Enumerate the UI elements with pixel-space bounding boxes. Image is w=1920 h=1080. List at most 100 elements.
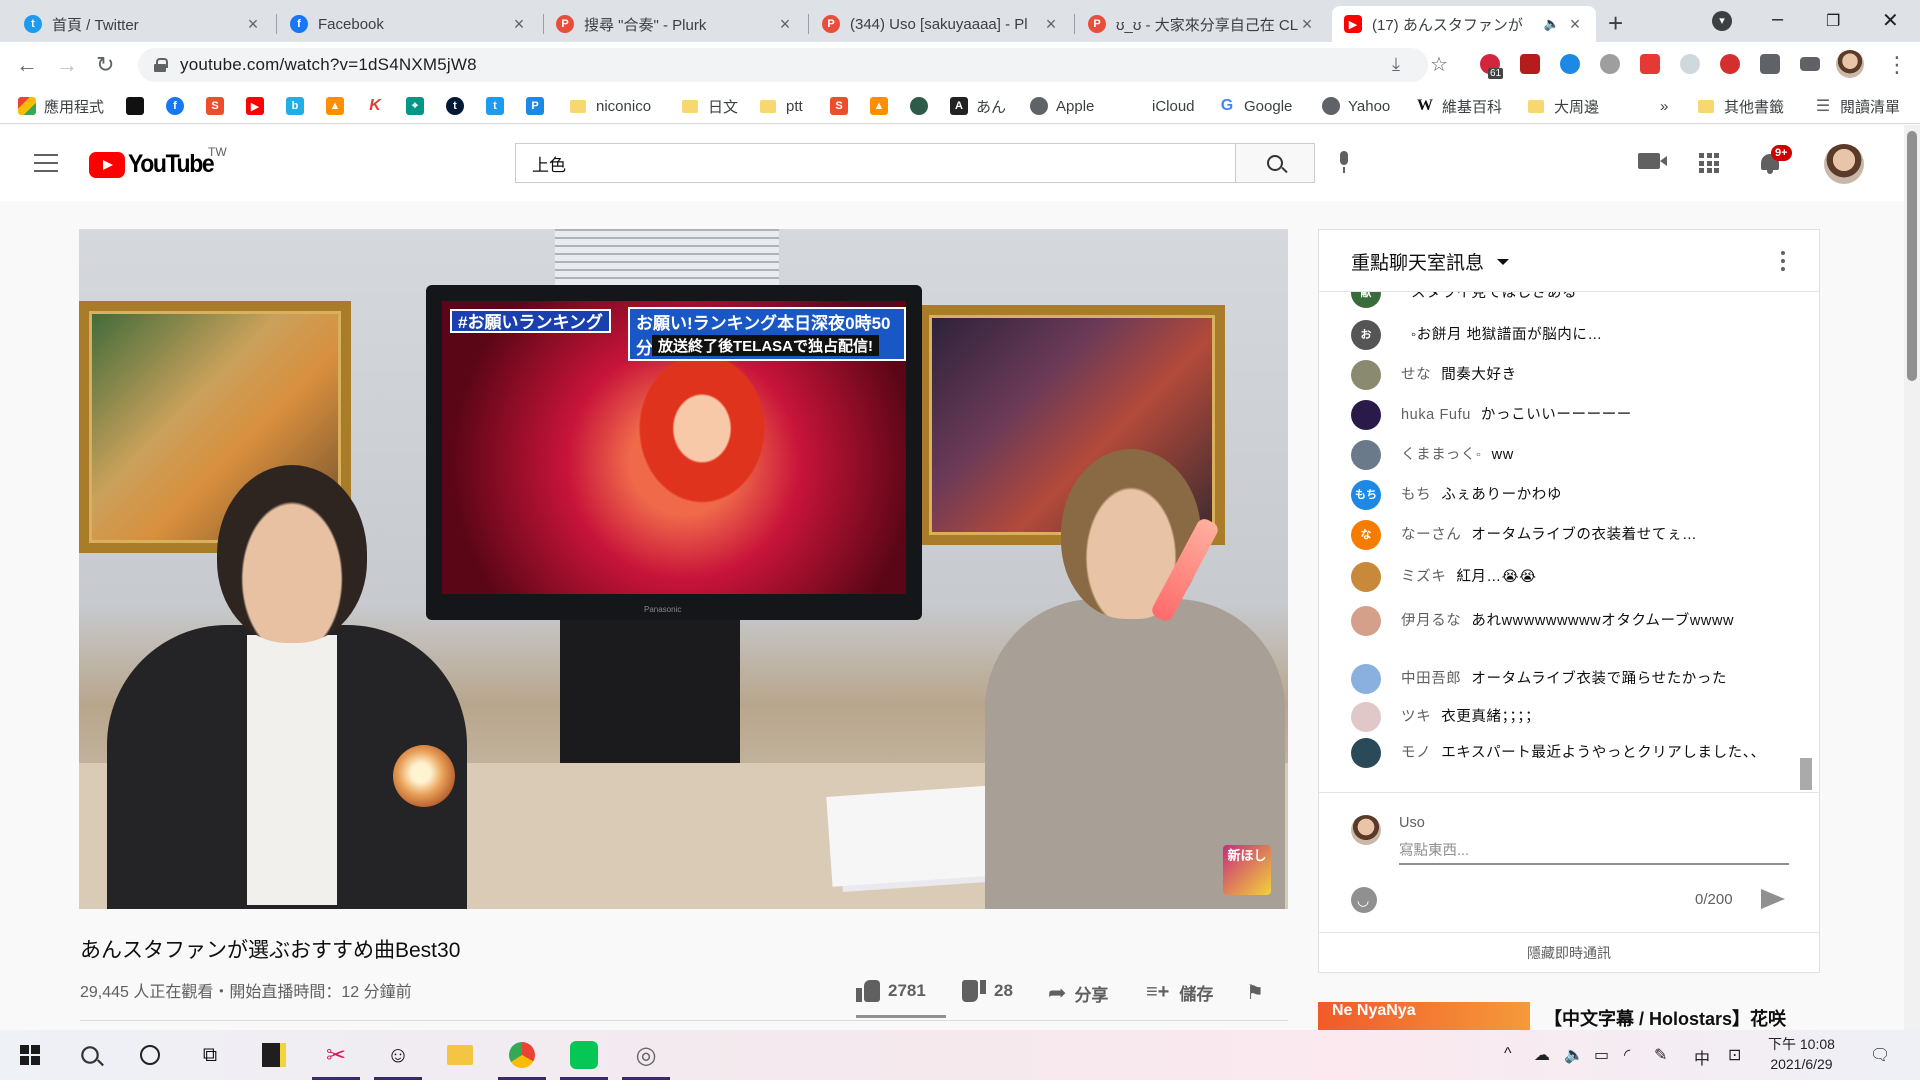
chat-author-avatar[interactable] (1351, 664, 1381, 694)
chat-author-avatar[interactable] (1351, 360, 1381, 390)
taskbar-search-button[interactable] (64, 1030, 116, 1080)
chat-message[interactable]: huka Fufu かっこいいーーーーー (1351, 400, 1781, 430)
windows-start-button[interactable] (4, 1030, 56, 1080)
create-video-icon[interactable] (1638, 153, 1667, 169)
taskbar-sticky-notes[interactable] (248, 1030, 300, 1080)
chat-author-name[interactable]: huka Fufu (1401, 407, 1471, 423)
taskbar-app-swirl[interactable]: ◎ (620, 1030, 672, 1080)
bookmark-folder-ptt[interactable]: ptt (760, 94, 803, 118)
bookmark-item[interactable]: b (286, 94, 312, 118)
bookmark-item[interactable]: K (366, 94, 392, 118)
minimize-button[interactable]: – (1772, 8, 1783, 31)
video-player[interactable]: #お願いランキング お願い!ランキング本日深夜0時50分~ 放送終了後TELAS… (79, 229, 1288, 909)
bookmark-item-an[interactable]: A あん (950, 94, 1006, 118)
taskbar-line[interactable] (558, 1030, 610, 1080)
chat-message[interactable]: ななーさん オータムライブの衣装着せてぇ… (1351, 520, 1781, 550)
chat-message[interactable]: せな 間奏大好き (1351, 360, 1781, 390)
close-icon[interactable]: × (1566, 14, 1584, 35)
tab-youtube-active[interactable]: ▶ (17) あんスタファンが 🔈 × (1332, 6, 1596, 42)
save-button[interactable]: ≡+ 儲存 (1146, 980, 1213, 1005)
chat-message[interactable]: モノ エキスパート最近ようやっとクリアしました、、 (1351, 738, 1781, 768)
install-app-icon[interactable]: ⤓ (1392, 54, 1400, 75)
window-close-button[interactable]: ✕ (1882, 8, 1899, 33)
tab-search-icon[interactable]: ▾ (1712, 11, 1732, 31)
like-button[interactable]: 2781 (856, 980, 926, 1002)
chat-author-avatar[interactable] (1351, 562, 1381, 592)
chat-author-name[interactable]: もち (1401, 487, 1431, 503)
chat-author-avatar[interactable]: な (1351, 520, 1381, 550)
chat-author-avatar[interactable]: お (1351, 320, 1381, 350)
address-bar[interactable]: youtube.com/watch?v=1dS4NXM5jW8 (138, 48, 1428, 82)
extension-icon[interactable] (1520, 54, 1540, 74)
tab-plurk-search[interactable]: P 搜尋 "合奏" - Plurk × (544, 6, 806, 42)
bookmark-icloud[interactable]: iCloud (1126, 94, 1195, 118)
chat-message[interactable]: お ◦お餅月 地獄譜面が脳内に… (1351, 320, 1781, 350)
bookmark-item[interactable]: S (830, 94, 856, 118)
bookmark-google[interactable]: G Google (1218, 94, 1292, 118)
chat-message[interactable]: くままっく◦ ww (1351, 440, 1781, 470)
puzzle-icon[interactable] (1760, 54, 1780, 74)
bookmark-folder-japanese[interactable]: 日文 (682, 94, 738, 118)
ime-mode-icon[interactable]: ⊡ (1728, 1045, 1741, 1065)
tab-plurk-profile[interactable]: P (344) Uso [sakuyaaaa] - Pl × (810, 6, 1072, 42)
chat-message[interactable]: ミズキ 紅月…😭😭 (1351, 562, 1781, 592)
page-scrollbar[interactable] (1904, 125, 1920, 1030)
youtube-logo[interactable]: YouTube (89, 150, 221, 179)
volume-icon[interactable]: 🔈 (1564, 1045, 1584, 1065)
more-options-icon[interactable] (1781, 251, 1785, 271)
close-icon[interactable]: × (244, 14, 262, 35)
page-scrollbar-thumb[interactable] (1907, 131, 1917, 381)
chat-author-avatar[interactable] (1351, 400, 1381, 430)
notifications-icon[interactable]: 🗨 (1870, 1045, 1890, 1065)
bookmark-item[interactable]: P (526, 94, 552, 118)
taskbar-app[interactable]: ☺ (372, 1030, 424, 1080)
extension-icon[interactable] (1600, 54, 1620, 74)
chat-author-name[interactable]: 伊月るな (1401, 613, 1461, 629)
chat-message[interactable]: ツキ 衣更真緒；；；； (1351, 702, 1781, 732)
chat-message[interactable]: 献 スタライ見てほしさある (1351, 292, 1781, 308)
bookmark-item[interactable] (126, 94, 152, 118)
youtube-extension-icon[interactable] (1640, 54, 1660, 74)
profile-avatar[interactable] (1836, 50, 1864, 78)
chat-author-name[interactable]: せな (1401, 367, 1431, 383)
bookmark-item[interactable]: ⌖ (406, 94, 432, 118)
bookmark-yahoo[interactable]: Yahoo (1322, 94, 1390, 118)
bookmark-folder-niconico[interactable]: niconico (570, 94, 651, 118)
bookmark-folder-merch[interactable]: 大周邊 (1528, 94, 1599, 118)
tab-twitter[interactable]: t 首頁 / Twitter × (12, 6, 274, 42)
close-icon[interactable]: × (1298, 14, 1316, 35)
chat-message[interactable]: 中田吾郎 オータムライブ衣装で踊らせたかった (1351, 664, 1781, 694)
chat-mode-dropdown[interactable]: 重點聊天室訊息 (1351, 248, 1484, 275)
chevron-down-icon[interactable] (1497, 259, 1509, 265)
bookmarks-overflow-button[interactable]: » (1660, 94, 1668, 118)
bookmark-folder-other[interactable]: 其他書籤 (1698, 94, 1784, 118)
bookmark-star-icon[interactable]: ☆ (1430, 52, 1448, 77)
chat-author-avatar[interactable] (1351, 606, 1381, 636)
system-clock[interactable]: 下午 10:08 2021/6/29 (1768, 1034, 1835, 1074)
hamburger-menu-icon[interactable] (34, 154, 58, 172)
report-button[interactable]: ⚑ (1246, 980, 1264, 1005)
close-icon[interactable]: × (1042, 14, 1060, 35)
chat-message-input[interactable]: 寫點東西... (1399, 839, 1789, 865)
search-input[interactable]: 上色 (515, 143, 1235, 183)
chat-author-name[interactable]: 中田吾郎 (1401, 671, 1461, 687)
bookmark-item[interactable]: ▶ (246, 94, 272, 118)
show-hidden-icons[interactable]: ^ (1504, 1045, 1512, 1063)
bookmark-apple[interactable]: Apple (1030, 94, 1094, 118)
chat-message-list[interactable]: 献 スタライ見てほしさあるお ◦お餅月 地獄譜面が脳内に… せな 間奏大好き huka F… (1319, 292, 1805, 792)
bookmark-item[interactable]: ▲ (326, 94, 352, 118)
reload-icon[interactable]: ↻ (96, 52, 114, 78)
taskbar-snipping-tool[interactable]: ✂ (310, 1030, 362, 1080)
bookmark-item[interactable]: t (486, 94, 512, 118)
tab-plurk-share[interactable]: P ʊ_ʊ - 大家來分享自己在 CL × (1076, 6, 1328, 42)
tab-facebook[interactable]: f Facebook × (278, 6, 540, 42)
lock-icon[interactable] (154, 58, 168, 72)
url-text[interactable]: youtube.com/watch?v=1dS4NXM5jW8 (180, 55, 477, 75)
search-button[interactable] (1235, 143, 1315, 183)
back-arrow-icon[interactable]: ← (16, 52, 38, 78)
forward-arrow-icon[interactable]: → (56, 52, 78, 78)
chat-message[interactable]: もち もち ふぇありーかわゆ (1351, 480, 1781, 510)
chat-author-name[interactable]: モノ (1401, 745, 1431, 761)
dislike-button[interactable]: 28 (962, 980, 1013, 1002)
chat-author-avatar[interactable]: もち (1351, 480, 1381, 510)
